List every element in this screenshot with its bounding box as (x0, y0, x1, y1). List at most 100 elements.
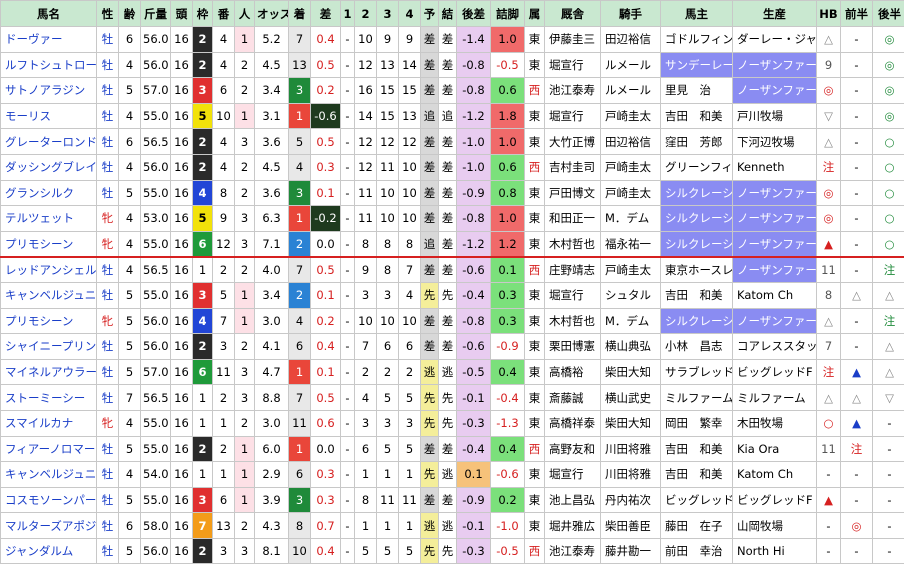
horse-name-link[interactable]: プリモシーン (0, 307, 97, 335)
cell-owner[interactable]: 窪田 芳郎 (660, 128, 733, 155)
horse-name-link[interactable]: グランシルク (0, 179, 97, 207)
cell-breeder[interactable]: ノーザンファーム (732, 256, 817, 283)
cell-jockey[interactable]: 藤井勘一 (600, 537, 661, 565)
column-header[interactable]: 頭 (170, 0, 193, 27)
cell-stable[interactable]: 木村哲也 (544, 230, 601, 258)
cell-breeder[interactable]: North Hi (732, 537, 817, 565)
cell-owner[interactable]: 吉田 和美 (660, 461, 733, 488)
column-header[interactable]: 予 (420, 0, 439, 27)
cell-owner[interactable]: 前田 幸治 (660, 537, 733, 565)
cell-jockey[interactable]: 戸崎圭太 (600, 179, 661, 207)
cell-breeder[interactable]: ミルファーム (732, 384, 817, 411)
column-header[interactable]: 結 (438, 0, 457, 27)
horse-name-link[interactable]: マイネルアウラート (0, 358, 97, 386)
horse-name-link[interactable]: スマイルカナ (0, 409, 97, 437)
cell-breeder[interactable]: Katom Ch (732, 461, 817, 488)
cell-jockey[interactable]: 柴田大知 (600, 409, 661, 437)
cell-jockey[interactable]: 戸崎圭太 (600, 153, 661, 181)
table-row[interactable]: ストーミーシー牡 7 56.5 16 1 2 3 8.8 7 0.5-4 5 5 先先 -0.1 -0.4 東… (0, 384, 904, 411)
horse-name-link[interactable]: サトノアラジン (0, 77, 97, 104)
cell-stable[interactable]: 堀宣行 (544, 461, 601, 488)
cell-breeder[interactable]: ノーザンファーム (732, 307, 817, 335)
cell-owner[interactable]: サンデーレー (660, 51, 733, 79)
column-header[interactable]: 1 (340, 0, 355, 27)
cell-stable[interactable]: 栗田博憲 (544, 333, 601, 360)
cell-stable[interactable]: 高野友和 (544, 435, 601, 463)
cell-owner[interactable]: ビッグレッド (660, 486, 733, 514)
cell-owner[interactable]: ゴドルフィン (660, 26, 733, 53)
cell-breeder[interactable]: 木田牧場 (732, 409, 817, 437)
cell-owner[interactable]: シルクレーシ (660, 307, 733, 335)
cell-owner[interactable]: 吉田 和美 (660, 281, 733, 309)
table-row[interactable]: モーリス牡 4 55.0 16 5 10 1 3.1 1 -0.6-14 15 13 追追 -1.2 1.8… (0, 102, 904, 130)
cell-stable[interactable]: 伊藤圭三 (544, 26, 601, 53)
column-header[interactable]: オッズ (254, 0, 289, 27)
cell-owner[interactable]: ミルファーム (660, 384, 733, 411)
table-row[interactable]: サトノアラジン牡 5 57.0 16 3 6 2 3.4 3 0.2-16 15 15 差差 -0.8 0.… (0, 77, 904, 104)
column-header[interactable]: 属 (524, 0, 545, 27)
cell-owner[interactable]: グリーンフィ (660, 153, 733, 181)
cell-breeder[interactable]: Katom Ch (732, 281, 817, 309)
cell-owner[interactable]: シルクレーシ (660, 230, 733, 258)
cell-jockey[interactable]: 横山武史 (600, 384, 661, 411)
cell-breeder[interactable]: コアレススタッド (732, 333, 817, 360)
cell-breeder[interactable]: 下河辺牧場 (732, 128, 817, 155)
cell-stable[interactable]: 戸田博文 (544, 179, 601, 207)
cell-owner[interactable]: シルクレーシ (660, 205, 733, 232)
cell-jockey[interactable]: 柴田善臣 (600, 512, 661, 539)
column-header[interactable]: 騎手 (600, 0, 661, 27)
column-header[interactable]: 後半 (872, 0, 904, 27)
table-row[interactable]: グランシルク牡 5 55.0 16 4 8 2 3.6 3 0.1-11 10 10 差差 -0.9 0.8… (0, 179, 904, 207)
cell-jockey[interactable]: 田辺裕信 (600, 128, 661, 155)
table-row[interactable]: プリモシーン牝 4 55.0 16 6 12 3 7.1 2 0.0-8 8 8 追差 -1.2 1.2 東木… (0, 230, 904, 258)
cell-breeder[interactable]: 戸川牧場 (732, 102, 817, 130)
table-row[interactable]: コスモソーンパーク牡555.0163613.930.3-81111差差-0.90… (0, 486, 904, 514)
cell-stable[interactable]: 堀井雅広 (544, 512, 601, 539)
column-header[interactable]: 2 (354, 0, 377, 27)
cell-owner[interactable]: 小林 昌志 (660, 333, 733, 360)
horse-name-link[interactable]: レッドアンシェル (0, 256, 97, 283)
cell-stable[interactable]: 斎藤誠 (544, 384, 601, 411)
cell-jockey[interactable]: ルメール (600, 77, 661, 104)
cell-owner[interactable]: シルクレーシ (660, 179, 733, 207)
column-header[interactable]: 齢 (118, 0, 141, 27)
column-header[interactable]: 人 (234, 0, 255, 27)
cell-breeder[interactable]: 山岡牧場 (732, 512, 817, 539)
column-header[interactable]: 3 (376, 0, 399, 27)
cell-owner[interactable]: 吉田 和美 (660, 102, 733, 130)
table-row[interactable]: スマイルカナ牝 4 55.0 16 1 1 2 3.0 11 0.6-3 3 3 先先 -0.3 -1.3 東… (0, 409, 904, 437)
cell-stable[interactable]: 堀宣行 (544, 281, 601, 309)
cell-breeder[interactable]: ノーザンファーム (732, 51, 817, 79)
horse-name-link[interactable]: コスモソーンパーク (0, 486, 97, 514)
cell-jockey[interactable]: 柴田大知 (600, 358, 661, 386)
cell-stable[interactable]: 池江泰寿 (544, 77, 601, 104)
column-header[interactable]: 斤量 (140, 0, 171, 27)
cell-breeder[interactable]: Kenneth (732, 153, 817, 181)
cell-breeder[interactable]: ノーザンファーム (732, 77, 817, 104)
horse-name-link[interactable]: フィアーノロマーノ (0, 435, 97, 463)
column-header[interactable]: HB (816, 0, 841, 27)
cell-owner[interactable]: サラブレッド (660, 358, 733, 386)
column-header[interactable]: 詰脚 (490, 0, 525, 27)
cell-stable[interactable]: 池上昌弘 (544, 486, 601, 514)
table-row[interactable]: ジャンダルム牡 5 56.0 16 2 3 3 8.1 10 0.4-5 5 5 先先 -0.3 -0.5 西… (0, 537, 904, 565)
cell-owner[interactable]: 里見 治 (660, 77, 733, 104)
table-row[interactable]: フィアーノロマーノ牡 5 55.0 16 2 2 1 6.0 1 0.0-6 5 5 差差 -0.4 0.4… (0, 435, 904, 463)
cell-stable[interactable]: 堀宣行 (544, 102, 601, 130)
cell-breeder[interactable]: ビッグレッドF (732, 358, 817, 386)
cell-stable[interactable]: 堀宣行 (544, 51, 601, 79)
cell-stable[interactable]: 池江泰寿 (544, 537, 601, 565)
cell-jockey[interactable]: 戸崎圭太 (600, 256, 661, 283)
horse-name-link[interactable]: キャンベルジュニア (0, 461, 97, 488)
cell-jockey[interactable]: M．デム (600, 205, 661, 232)
cell-owner[interactable]: 藤田 在子 (660, 512, 733, 539)
cell-jockey[interactable]: 田辺裕信 (600, 26, 661, 53)
cell-jockey[interactable]: ルメール (600, 51, 661, 79)
horse-name-link[interactable]: シャイニープリンス (0, 333, 97, 360)
horse-name-link[interactable]: マルターズアポジー (0, 512, 97, 539)
horse-name-link[interactable]: ストーミーシー (0, 384, 97, 411)
cell-breeder[interactable]: ノーザンファーム (732, 205, 817, 232)
cell-breeder[interactable]: ノーザンファーム (732, 179, 817, 207)
cell-owner[interactable]: 東京ホースレ (660, 256, 733, 283)
column-header[interactable]: 生産 (732, 0, 817, 27)
